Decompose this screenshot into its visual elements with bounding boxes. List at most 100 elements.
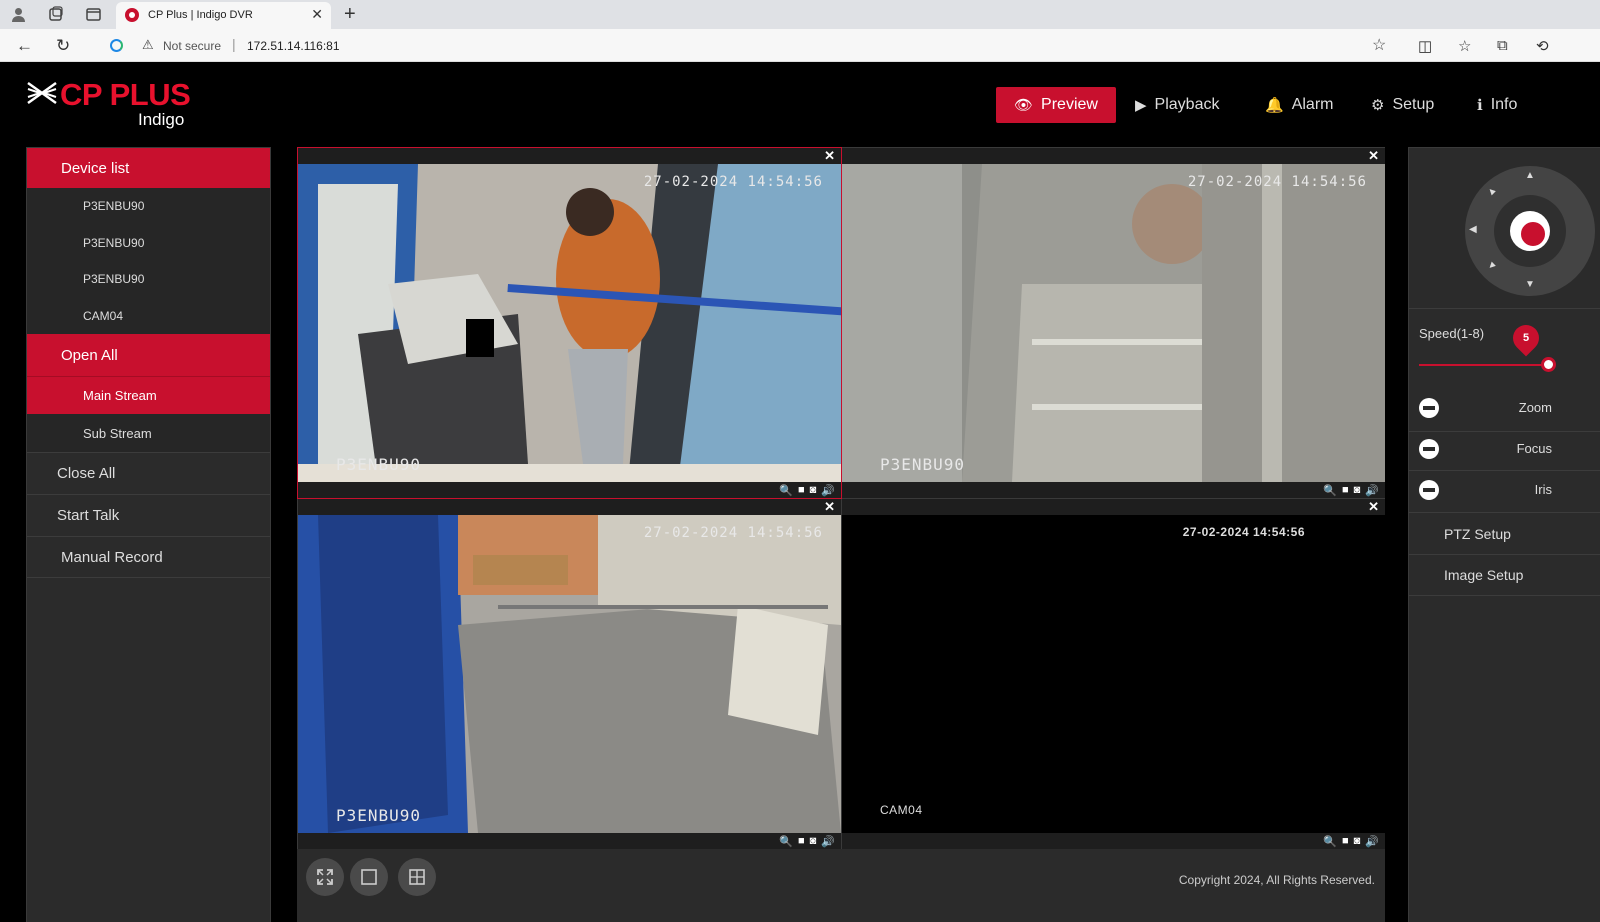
arrow-up-icon[interactable]: ▲	[1525, 170, 1535, 181]
nav-alarm[interactable]: 🔔 Alarm	[1265, 87, 1333, 123]
snapshot-icon[interactable]: ◙	[810, 835, 817, 848]
record-icon[interactable]: ■	[1342, 835, 1349, 848]
workspaces-icon[interactable]	[47, 6, 64, 23]
cell-bottom-bar: 🔍 ■ ◙ 🔊	[842, 833, 1385, 849]
audio-icon[interactable]: 🔊	[821, 835, 835, 848]
zoom-icon[interactable]: 🔍	[1323, 484, 1337, 497]
favorite-star-icon[interactable]: ☆	[1372, 35, 1386, 55]
audio-icon[interactable]: 🔊	[1365, 835, 1379, 848]
manual-record-button[interactable]: Manual Record	[27, 536, 270, 578]
ptz-setup-link[interactable]: PTZ Setup	[1409, 512, 1600, 554]
camera-feed[interactable]: 27-02-2024 14:54:56 P3ENBU90	[298, 164, 841, 482]
camera-feed[interactable]: 27-02-2024 14:54:56 P3ENBU90	[842, 164, 1385, 482]
camera-feed-image	[298, 515, 841, 833]
warning-icon[interactable]: ⚠	[142, 37, 154, 53]
nav-playback-label: Playback	[1154, 96, 1220, 113]
arrow-up-left-icon[interactable]: ▲	[1485, 184, 1500, 199]
fullscreen-button[interactable]	[306, 858, 344, 896]
quad-view-button[interactable]	[398, 858, 436, 896]
snapshot-icon[interactable]: ◙	[810, 484, 817, 497]
snapshot-icon[interactable]: ◙	[1354, 484, 1361, 497]
video-cell[interactable]: ✕ 27-02-2024 14:54:56 CAM04 🔍 ■ ◙ 🔊	[842, 499, 1385, 849]
image-setup-link[interactable]: Image Setup	[1409, 554, 1600, 596]
copyright-text: Copyright 2024, All Rights Reserved.	[1178, 873, 1375, 887]
speed-slider-track[interactable]	[1419, 364, 1551, 366]
open-all-button[interactable]: Open All	[27, 334, 270, 376]
zoom-icon[interactable]: 🔍	[1323, 835, 1337, 848]
browser-address-bar: ← ↻ ⚠ Not secure | 172.51.14.116:81 ☆	[0, 29, 1600, 62]
device-item[interactable]: P3ENBU90	[27, 224, 270, 261]
refresh-icon[interactable]: ↻	[56, 36, 70, 56]
camera-name: P3ENBU90	[880, 455, 966, 474]
arrow-down-icon[interactable]: ▼	[1525, 279, 1535, 290]
nav-setup[interactable]: ⚙ Setup	[1371, 87, 1434, 123]
arrow-left-icon[interactable]: ◀	[1469, 224, 1477, 235]
browser-tab[interactable]: CP Plus | Indigo DVR ✕	[116, 2, 331, 29]
audio-icon[interactable]: 🔊	[821, 484, 835, 497]
zoom-label: Zoom	[1518, 400, 1552, 415]
camera-timestamp: 27-02-2024 14:54:56	[1187, 174, 1367, 190]
video-cell[interactable]: ✕ 27-02-2024 14:54:56 P3ENBU90 🔍 ■ ◙ 🔊	[297, 147, 842, 499]
zoom-icon[interactable]: 🔍	[779, 484, 793, 497]
close-video-icon[interactable]: ✕	[824, 499, 835, 515]
split-screen-icon[interactable]: ◫	[1418, 37, 1432, 55]
close-video-icon[interactable]: ✕	[1368, 499, 1379, 515]
close-tab-icon[interactable]: ✕	[311, 6, 323, 23]
logo-brand: CP PLUS	[60, 77, 191, 112]
device-item[interactable]: P3ENBU90	[27, 188, 270, 225]
snapshot-icon[interactable]: ◙	[1354, 835, 1361, 848]
bell-icon: 🔔	[1265, 97, 1284, 114]
security-label[interactable]: Not secure	[163, 39, 221, 53]
history-icon[interactable]: ⟲	[1536, 37, 1549, 55]
cell-top-bar: ✕	[298, 499, 841, 515]
url-field[interactable]: ⚠ Not secure | 172.51.14.116:81 ☆	[96, 32, 1416, 59]
nav-info[interactable]: ℹ Info	[1477, 87, 1517, 123]
close-video-icon[interactable]: ✕	[1368, 148, 1379, 164]
collections-icon[interactable]: ⧉	[1497, 37, 1508, 54]
favorites-icon[interactable]: ☆	[1458, 37, 1471, 55]
zoom-minus-icon[interactable]	[1419, 398, 1439, 418]
device-item[interactable]: CAM04	[27, 297, 270, 334]
device-list-header[interactable]: Device list	[27, 148, 270, 188]
camera-feed[interactable]: 27-02-2024 14:54:56 CAM04	[842, 515, 1385, 833]
left-sidebar: Device list P3ENBU90 P3ENBU90 P3ENBU90 C…	[26, 147, 271, 922]
tab-actions-icon[interactable]	[85, 6, 102, 23]
sub-stream-option[interactable]: Sub Stream	[27, 414, 270, 452]
record-icon[interactable]: ■	[1342, 484, 1349, 497]
cell-top-bar: ✕	[298, 148, 841, 164]
zoom-icon[interactable]: 🔍	[779, 835, 793, 848]
video-cell[interactable]: ✕ 27-02-2024 14:54:56 P3ENBU90 🔍 ■ ◙ 🔊	[298, 499, 841, 849]
main-stream-option[interactable]: Main Stream	[27, 376, 270, 414]
close-video-icon[interactable]: ✕	[824, 148, 835, 164]
ptz-direction-pad[interactable]: ▲ ▼ ◀ ▲ ▲	[1465, 166, 1595, 296]
audio-icon[interactable]: 🔊	[1365, 484, 1379, 497]
cell-bottom-bar: 🔍 ■ ◙ 🔊	[298, 482, 841, 498]
camera-timestamp: 27-02-2024 14:54:56	[643, 525, 823, 541]
cell-bottom-bar: 🔍 ■ ◙ 🔊	[298, 833, 841, 849]
nav-preview[interactable]: 👁 Preview	[996, 87, 1116, 123]
record-icon[interactable]: ■	[798, 835, 805, 848]
profile-icon[interactable]	[10, 6, 27, 23]
cell-top-bar: ✕	[842, 148, 1385, 164]
camera-timestamp: 27-02-2024 14:54:56	[643, 174, 823, 190]
iris-minus-icon[interactable]	[1419, 480, 1439, 500]
start-talk-button[interactable]: Start Talk	[27, 494, 270, 536]
video-cell[interactable]: ✕ 27-02-2024 14:54:56 P3ENBU90 🔍 ■ ◙ 🔊	[842, 148, 1385, 498]
device-item[interactable]: P3ENBU90	[27, 261, 270, 298]
speed-value: 5	[1522, 332, 1530, 344]
new-tab-icon[interactable]: +	[344, 3, 356, 26]
close-all-button[interactable]: Close All	[27, 452, 270, 494]
divider	[1409, 308, 1600, 309]
single-view-button[interactable]	[350, 858, 388, 896]
camera-timestamp: 27-02-2024 14:54:56	[1182, 525, 1305, 539]
camera-feed[interactable]: 27-02-2024 14:54:56 P3ENBU90	[298, 515, 841, 833]
camera-name: P3ENBU90	[336, 455, 422, 474]
back-icon[interactable]: ←	[16, 36, 33, 56]
focus-minus-icon[interactable]	[1419, 439, 1439, 459]
speed-slider-handle[interactable]	[1541, 357, 1556, 372]
ptz-center-icon[interactable]	[1510, 211, 1550, 251]
record-icon[interactable]: ■	[798, 484, 805, 497]
url-text[interactable]: 172.51.14.116:81	[247, 39, 340, 53]
arrow-down-left-icon[interactable]: ▲	[1485, 258, 1500, 273]
nav-playback[interactable]: ▶ Playback	[1135, 87, 1219, 123]
